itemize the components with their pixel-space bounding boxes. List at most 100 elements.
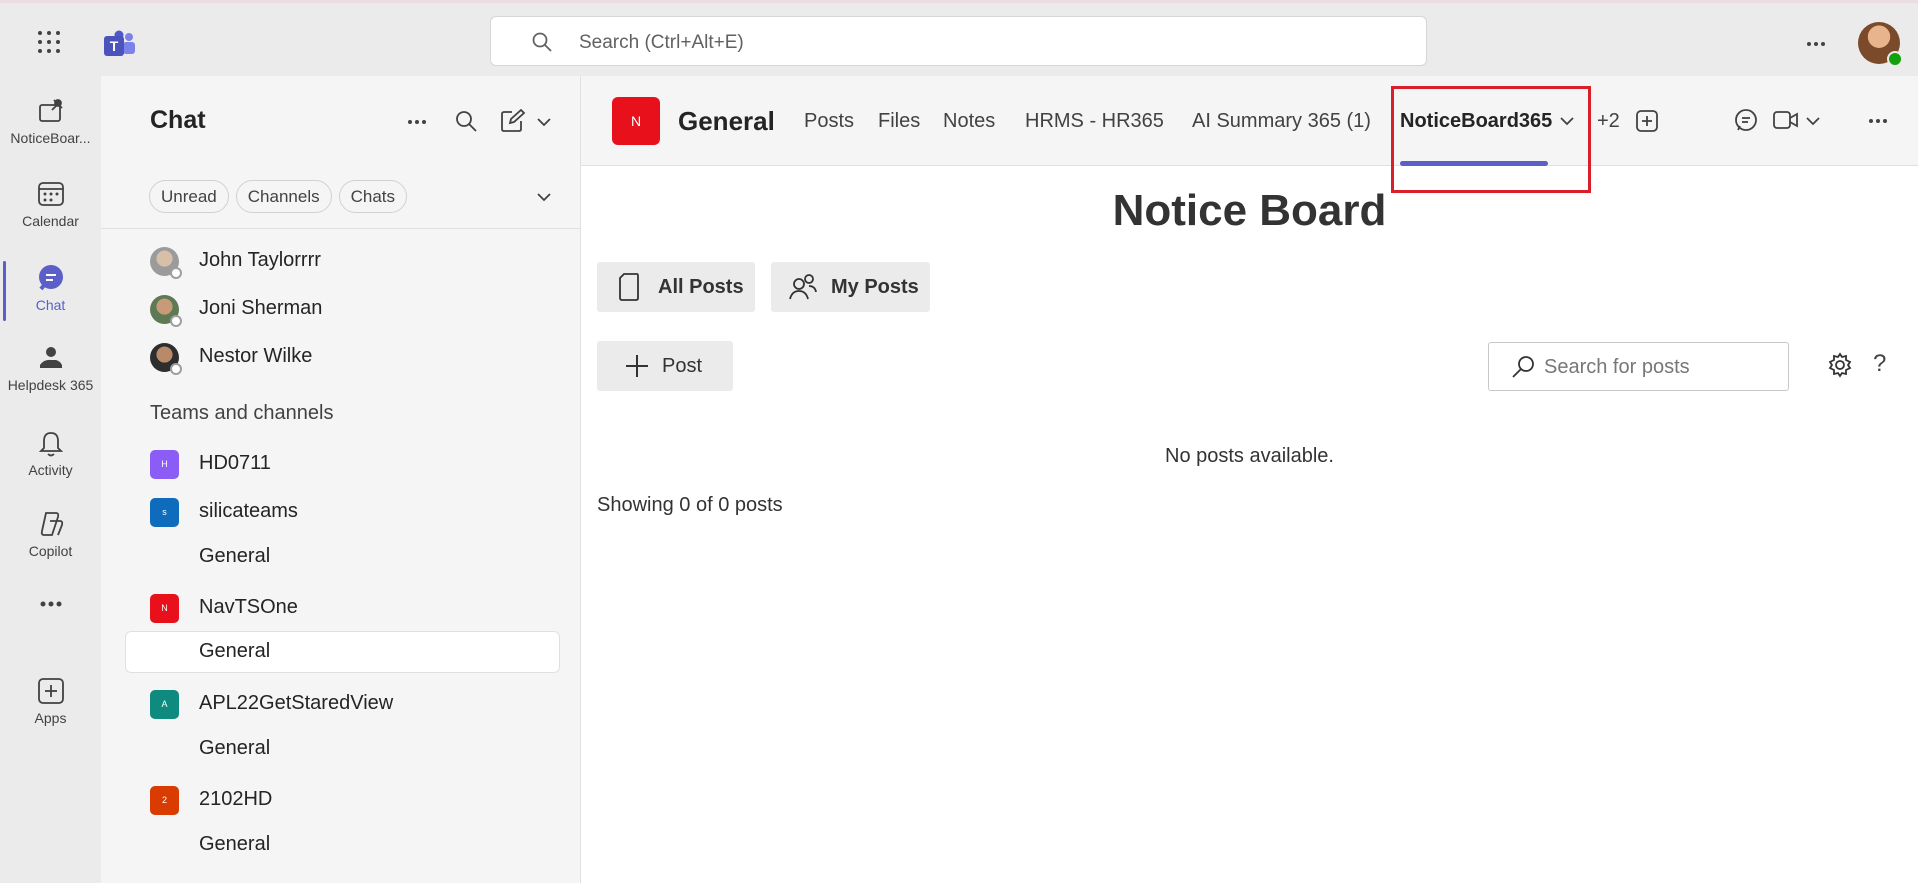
- rail-label: Apps: [34, 710, 67, 726]
- document-icon: [619, 273, 639, 301]
- tab-hrms[interactable]: HRMS - HR365: [1025, 110, 1164, 133]
- top-bar: T Search (Ctrl+Alt+E): [0, 0, 1918, 76]
- rail-item-apps[interactable]: Apps: [0, 666, 101, 740]
- my-posts-button[interactable]: My Posts: [771, 262, 930, 312]
- panel-title: Chat: [150, 106, 206, 134]
- search-icon: [1511, 355, 1535, 379]
- video-call-icon[interactable]: [1773, 110, 1799, 130]
- team-item[interactable]: N NavTSOne: [125, 587, 560, 629]
- chat-name: John Taylorrrr: [199, 249, 321, 271]
- chevron-down-icon[interactable]: [1806, 117, 1820, 126]
- channel-item-selected[interactable]: General: [125, 631, 560, 673]
- section-label: Teams and channels: [150, 402, 334, 424]
- apps-icon: [36, 676, 66, 706]
- chat-list-panel: Chat Unread Channels Chats John Taylorrr…: [101, 76, 581, 883]
- avatar: [150, 343, 182, 375]
- channel-item[interactable]: General: [125, 728, 560, 770]
- team-name: silicateams: [199, 500, 298, 522]
- team-item[interactable]: H HD0711: [125, 443, 560, 485]
- global-search-placeholder: Search (Ctrl+Alt+E): [579, 32, 744, 53]
- chevron-down-icon[interactable]: [536, 192, 552, 202]
- filter-chats-chip[interactable]: Chats: [338, 180, 408, 213]
- avatar: [150, 295, 182, 327]
- filter-channels-chip[interactable]: Channels: [235, 180, 332, 213]
- conversation-icon[interactable]: [1733, 108, 1759, 134]
- more-options-icon[interactable]: [407, 119, 427, 125]
- rail-label: Activity: [28, 462, 73, 478]
- presence-offline-icon: [170, 315, 182, 327]
- all-posts-button[interactable]: All Posts: [597, 262, 755, 312]
- page-title: Notice Board: [1112, 186, 1387, 235]
- rail-label: NoticeBoar...: [10, 130, 91, 146]
- profile-avatar[interactable]: [1858, 22, 1903, 67]
- chat-name: Joni Sherman: [199, 297, 323, 319]
- new-post-button[interactable]: Post: [597, 341, 733, 391]
- more-icon: [36, 600, 66, 612]
- chevron-down-icon[interactable]: [536, 117, 552, 127]
- gear-icon[interactable]: [1827, 352, 1853, 378]
- tab-notes[interactable]: Notes: [943, 110, 995, 133]
- tab-noticeboard[interactable]: NoticeBoard365: [1400, 110, 1552, 133]
- all-posts-label: All Posts: [658, 276, 744, 298]
- search-icon: [531, 31, 553, 53]
- rail-label: Chat: [35, 297, 66, 313]
- chat-filters: Unread Channels Chats: [149, 180, 408, 213]
- avatar: [150, 247, 182, 279]
- tab-overflow[interactable]: +2: [1597, 110, 1620, 133]
- rail-item-activity[interactable]: Activity: [0, 418, 101, 492]
- tab-ai-summary[interactable]: AI Summary 365 (1): [1192, 110, 1371, 133]
- rail-item-calendar[interactable]: Calendar: [0, 169, 101, 243]
- team-item[interactable]: 2 2102HD: [125, 779, 560, 821]
- global-search-box[interactable]: Search (Ctrl+Alt+E): [490, 16, 1427, 66]
- channel-item[interactable]: General: [125, 536, 560, 578]
- divider: [101, 228, 581, 229]
- channel-name: General: [199, 545, 271, 567]
- active-tab-indicator: [1400, 161, 1548, 166]
- empty-state-message: No posts available.: [1165, 445, 1334, 467]
- chevron-down-icon[interactable]: [1560, 117, 1574, 126]
- filter-unread-chip[interactable]: Unread: [149, 180, 229, 213]
- team-name: APL22GetStaredView: [199, 692, 394, 714]
- team-name: NavTSOne: [199, 596, 298, 618]
- presence-offline-icon: [170, 267, 182, 279]
- rail-item-more[interactable]: [0, 586, 101, 626]
- post-search-input[interactable]: Search for posts: [1488, 342, 1789, 391]
- post-search-placeholder: Search for posts: [1544, 356, 1690, 378]
- team-avatar: 2: [150, 786, 179, 815]
- add-tab-icon[interactable]: [1636, 110, 1658, 132]
- copilot-icon: [36, 509, 66, 539]
- more-options-icon[interactable]: [1806, 41, 1826, 47]
- more-options-icon[interactable]: [1868, 118, 1888, 124]
- rail-item-chat[interactable]: Chat: [0, 253, 101, 327]
- presence-available-icon: [1887, 51, 1903, 67]
- channel-name: General: [199, 737, 271, 759]
- team-name: 2102HD: [199, 788, 273, 810]
- rail-label: Helpdesk 365: [7, 377, 94, 393]
- rail-item-copilot[interactable]: Copilot: [0, 499, 101, 573]
- app-launcher-icon[interactable]: [37, 30, 61, 54]
- svg-text:T: T: [110, 38, 119, 54]
- team-item[interactable]: s silicateams: [125, 491, 560, 533]
- chat-list-item[interactable]: Joni Sherman: [125, 288, 560, 330]
- chat-list-item[interactable]: Nestor Wilke: [125, 336, 560, 378]
- team-avatar: s: [150, 498, 179, 527]
- people-icon: [789, 273, 817, 301]
- team-avatar: N: [150, 594, 179, 623]
- help-icon[interactable]: ?: [1873, 350, 1886, 378]
- tab-posts[interactable]: Posts: [804, 110, 854, 133]
- team-item[interactable]: A APL22GetStaredView: [125, 683, 560, 725]
- rail-label: Copilot: [28, 543, 73, 559]
- team-avatar: H: [150, 450, 179, 479]
- channel-name: General: [199, 833, 271, 855]
- channel-title: General: [678, 106, 775, 136]
- tab-files[interactable]: Files: [878, 110, 920, 133]
- channel-name: General: [199, 640, 271, 662]
- rail-item-noticeboard[interactable]: NoticeBoar...: [0, 86, 101, 160]
- search-icon[interactable]: [454, 109, 478, 133]
- chat-list-item[interactable]: John Taylorrrr: [125, 240, 560, 282]
- channel-header: N General Posts Files Notes HRMS - HR365…: [581, 76, 1918, 166]
- channel-item[interactable]: General: [125, 824, 560, 866]
- rail-item-helpdesk[interactable]: Helpdesk 365: [0, 333, 101, 407]
- chat-name: Nestor Wilke: [199, 345, 313, 367]
- new-chat-icon[interactable]: [500, 109, 526, 133]
